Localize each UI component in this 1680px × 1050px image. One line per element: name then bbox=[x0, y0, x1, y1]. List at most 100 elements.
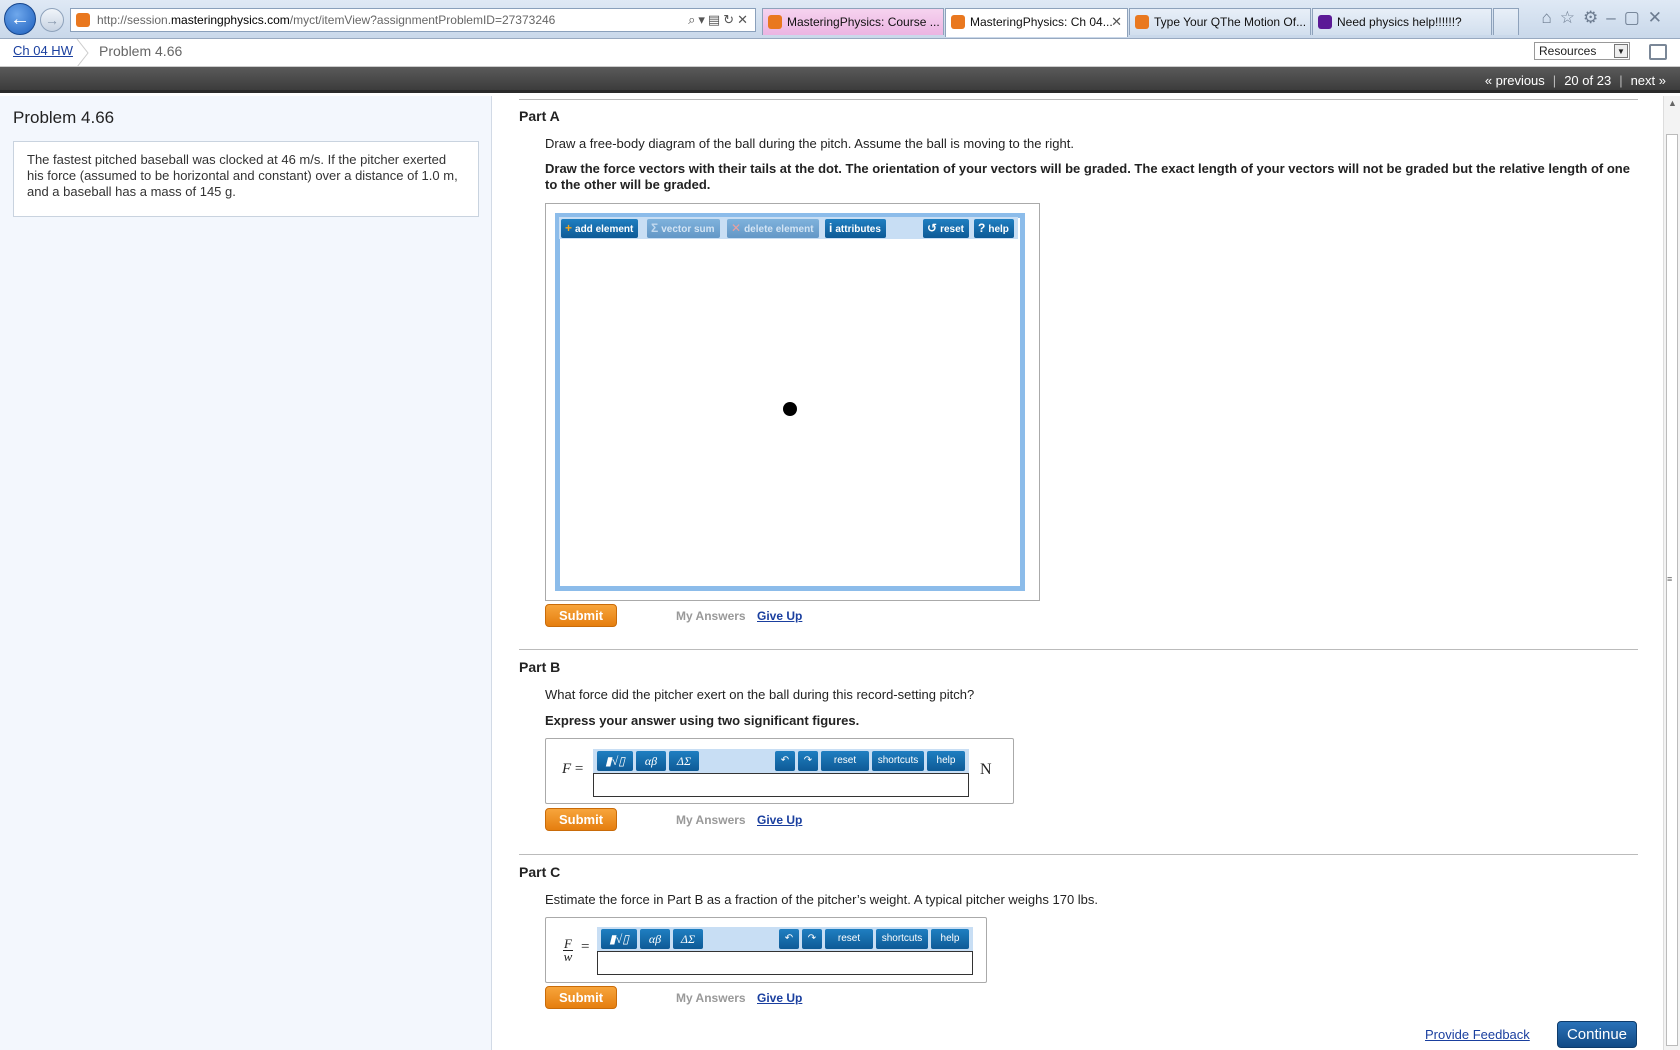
chevron-down-icon: ▼ bbox=[1614, 44, 1628, 58]
add-element-button[interactable]: + add element bbox=[561, 219, 639, 238]
part-b-equation-toolbar: ▮√▯ αβ ΔΣ ↶ ↷ reset shortcuts help bbox=[593, 749, 969, 773]
part-c-prompt: Estimate the force in Part B as a fracti… bbox=[545, 892, 1099, 907]
fbd-toolbar: + add element Σvector sum ✕ delete element… bbox=[559, 217, 1018, 239]
part-c-fraction-label: F w bbox=[563, 937, 573, 964]
part-a-prompt: Draw a free-body diagram of the ball dur… bbox=[545, 136, 1074, 151]
delete-element-button[interactable]: ✕ delete element bbox=[727, 219, 819, 238]
reset-button[interactable]: reset bbox=[821, 751, 869, 771]
part-a-my-answers: My Answers bbox=[676, 609, 746, 623]
vector-sum-label: vector sum bbox=[661, 224, 715, 235]
part-b-variable-label: F = bbox=[562, 761, 583, 778]
home-icon[interactable]: ⌂ bbox=[1541, 8, 1559, 27]
back-button[interactable]: ← bbox=[4, 3, 36, 35]
equals-sign: = bbox=[581, 939, 590, 955]
part-c-my-answers: My Answers bbox=[676, 991, 746, 1005]
part-c-equation-toolbar: ▮√▯ αβ ΔΣ ↶ ↷ reset shortcuts help bbox=[597, 927, 973, 951]
part-b-answer-input[interactable] bbox=[593, 773, 969, 797]
pager-divider: | bbox=[1619, 73, 1623, 88]
greek-letters-button[interactable]: αβ bbox=[636, 751, 666, 771]
undo-icon[interactable]: ↶ bbox=[775, 751, 795, 771]
continue-button[interactable]: Continue bbox=[1557, 1021, 1637, 1048]
fraction-denominator: w bbox=[563, 949, 573, 964]
scroll-up-icon[interactable]: ▲ bbox=[1668, 98, 1677, 108]
vertical-scrollbar[interactable]: ▲ ≡ bbox=[1663, 96, 1680, 1050]
browser-tab-4[interactable]: Need physics help!!!!!!? bbox=[1312, 8, 1492, 35]
close-window-icon[interactable]: ✕ bbox=[1648, 8, 1670, 27]
divider bbox=[519, 854, 1638, 855]
part-a-submit-button[interactable]: Submit bbox=[545, 604, 617, 627]
part-c-answer-input[interactable] bbox=[597, 951, 973, 975]
browser-tab-2[interactable]: MasteringPhysics: Ch 04... ✕ bbox=[945, 8, 1128, 37]
compat-icon[interactable]: ▤ bbox=[708, 12, 723, 27]
breadcrumb-assignment-link[interactable]: Ch 04 HW bbox=[13, 43, 73, 58]
mastering-icon bbox=[951, 15, 965, 29]
part-b-my-answers: My Answers bbox=[676, 813, 746, 827]
plus-icon: + bbox=[565, 221, 573, 235]
browser-chrome: ← → http://session.masteringphysics.com/… bbox=[0, 0, 1680, 39]
greek-letters-button[interactable]: αβ bbox=[640, 929, 670, 949]
tab-label: MasteringPhysics: Ch 04... bbox=[970, 15, 1113, 29]
site-favicon-icon bbox=[76, 13, 90, 27]
print-icon[interactable] bbox=[1649, 44, 1667, 60]
question-icon: ? bbox=[978, 221, 986, 235]
previous-link[interactable]: « previous bbox=[1485, 73, 1545, 88]
browser-tab-1[interactable]: MasteringPhysics: Course ... bbox=[762, 8, 944, 35]
attributes-button[interactable]: i attributes bbox=[825, 219, 886, 238]
provide-feedback-link[interactable]: Provide Feedback bbox=[1425, 1027, 1530, 1042]
fbd-origin-dot[interactable] bbox=[783, 402, 797, 416]
symbols-button[interactable]: ΔΣ bbox=[669, 751, 699, 771]
refresh-icon[interactable]: ↻ bbox=[723, 12, 737, 27]
resources-select-value: Resources bbox=[1539, 44, 1597, 58]
search-icon[interactable]: ⌕ bbox=[688, 12, 698, 27]
part-a-title: Part A bbox=[519, 108, 560, 124]
url-prefix: http://session. bbox=[97, 13, 172, 27]
info-icon: i bbox=[829, 221, 833, 235]
symbols-button[interactable]: ΔΣ bbox=[673, 929, 703, 949]
vector-sum-button[interactable]: Σvector sum bbox=[647, 219, 720, 238]
part-c-equals: = bbox=[581, 939, 589, 956]
part-b-give-up-link[interactable]: Give Up bbox=[757, 813, 802, 827]
reset-button[interactable]: reset bbox=[825, 929, 873, 949]
next-link[interactable]: next » bbox=[1631, 73, 1666, 88]
sigma-icon: Σ bbox=[651, 221, 659, 235]
stop-icon[interactable]: ✕ bbox=[737, 12, 751, 27]
shortcuts-button[interactable]: shortcuts bbox=[872, 751, 924, 771]
chegg-icon bbox=[1135, 15, 1149, 29]
address-bar[interactable]: http://session.masteringphysics.com/myct… bbox=[70, 8, 756, 32]
favorites-star-icon[interactable]: ☆ bbox=[1560, 8, 1583, 27]
shortcuts-button[interactable]: shortcuts bbox=[876, 929, 928, 949]
part-c-submit-button[interactable]: Submit bbox=[545, 986, 617, 1009]
help-button[interactable]: help bbox=[931, 929, 969, 949]
equals-sign: = bbox=[571, 761, 584, 777]
resources-select[interactable]: Resources ▼ bbox=[1534, 42, 1630, 60]
templates-button[interactable]: ▮√▯ bbox=[597, 751, 633, 771]
fbd-reset-button[interactable]: ↺ reset bbox=[923, 219, 969, 238]
part-b-submit-button[interactable]: Submit bbox=[545, 808, 617, 831]
redo-icon[interactable]: ↷ bbox=[802, 929, 822, 949]
part-c-give-up-link[interactable]: Give Up bbox=[757, 991, 802, 1005]
part-a-give-up-link[interactable]: Give Up bbox=[757, 609, 802, 623]
part-c-title: Part C bbox=[519, 864, 561, 880]
forward-button[interactable]: → bbox=[40, 8, 64, 32]
dropdown-icon[interactable]: ▾ bbox=[698, 12, 708, 27]
redo-icon[interactable]: ↷ bbox=[798, 751, 818, 771]
close-tab-icon[interactable]: ✕ bbox=[1111, 9, 1122, 35]
attributes-label: attributes bbox=[835, 224, 881, 235]
reset-label: reset bbox=[940, 224, 964, 235]
settings-gear-icon[interactable]: ⚙ bbox=[1583, 8, 1606, 27]
maximize-icon[interactable]: ▢ bbox=[1624, 8, 1648, 27]
undo-icon[interactable]: ↶ bbox=[779, 929, 799, 949]
divider bbox=[519, 99, 1638, 100]
arrow-right-icon: → bbox=[45, 12, 59, 28]
help-label: help bbox=[988, 224, 1009, 235]
tab-label: Type Your QThe Motion Of... bbox=[1154, 15, 1307, 29]
minimize-icon[interactable]: – bbox=[1606, 8, 1623, 27]
new-tab-button[interactable] bbox=[1493, 8, 1519, 35]
scrollbar-thumb[interactable] bbox=[1666, 134, 1678, 1046]
fbd-help-button[interactable]: ? help bbox=[974, 219, 1014, 238]
help-button[interactable]: help bbox=[927, 751, 965, 771]
browser-tab-3[interactable]: Type Your QThe Motion Of... bbox=[1129, 8, 1311, 35]
divider bbox=[519, 649, 1638, 650]
templates-button[interactable]: ▮√▯ bbox=[601, 929, 637, 949]
part-b-instruction: Express your answer using two significan… bbox=[545, 713, 860, 728]
